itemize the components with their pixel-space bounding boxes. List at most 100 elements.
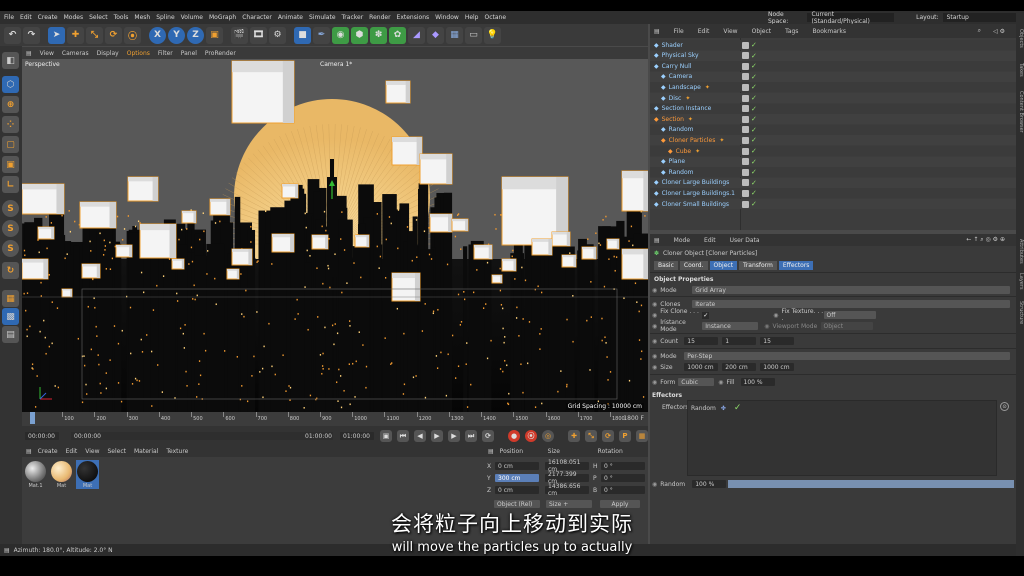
menu-item-help[interactable]: Help [465,14,479,21]
move-icon[interactable]: ✚ [67,26,84,44]
object-visibility-toggles[interactable]: ✓ [742,126,757,134]
editor-visibility-icon[interactable] [742,200,749,208]
enabled-check-icon[interactable]: ✓ [751,62,757,70]
object-visibility-toggles[interactable]: ✓ [742,158,757,166]
om-menu-edit[interactable]: Edit [698,28,710,35]
menu-item-window[interactable]: Window [435,14,459,21]
loop-icon[interactable]: ⟳ [482,430,494,442]
object-tag-icon[interactable]: ✦ [705,84,710,91]
om-menu-tags[interactable]: Tags [785,28,798,35]
cube-primitive-icon[interactable]: ■ [294,26,311,44]
right-tab-takes[interactable]: Takes [1016,63,1024,77]
am-form-select[interactable]: Cubic [678,378,715,386]
cloner-generator-icon[interactable]: ✿ [389,26,406,44]
coord-size-field[interactable]: 2177.399 cm [545,471,589,485]
editor-visibility-icon[interactable] [742,94,749,102]
editor-visibility-icon[interactable] [742,136,749,144]
go-to-end-icon[interactable]: ⏭ [465,430,477,442]
key-pla-icon[interactable]: ▦ [636,430,648,442]
scale-icon[interactable]: ⤡ [86,26,103,44]
editor-visibility-icon[interactable] [742,189,749,197]
am-count-x-field[interactable]: 15 [684,337,719,345]
menu-item-render[interactable]: Render [369,14,390,21]
extrude-generator-icon[interactable]: ⬢ [351,26,368,44]
subdivision-icon[interactable]: ◉ [332,26,349,44]
object-row[interactable]: ◆ Random ✓ [650,124,1016,135]
menu-item-octane[interactable]: Octane [485,14,507,21]
key-scale-icon[interactable]: ⤡ [585,430,597,442]
menu-item-tools[interactable]: Tools [114,14,129,21]
material-menu-edit[interactable]: Edit [66,448,78,455]
workplane-snap-icon[interactable]: S [2,240,19,257]
om-menu-object[interactable]: Object [752,28,772,35]
menu-item-character[interactable]: Character [242,14,272,21]
object-tag-icon[interactable]: ✦ [685,95,690,102]
menu-item-edit[interactable]: Edit [20,14,32,21]
object-row[interactable]: ◆ Cloner Small Buildings ✓ [650,199,1016,209]
menu-item-spline[interactable]: Spline [156,14,174,21]
object-row[interactable]: ◆ Physical Sky ✓ [650,50,1016,61]
am-fix-clone-checkbox[interactable]: ✓ [702,311,710,319]
material-menu-material[interactable]: Material [134,448,158,455]
object-row[interactable]: ◆ Cloner Large Buildings.1 ✓ [650,188,1016,199]
menu-item-tracker[interactable]: Tracker [342,14,364,21]
am-tab-object[interactable]: Object [709,260,738,270]
enabled-check-icon[interactable]: ✓ [751,41,757,49]
viewport-menu-view[interactable]: View [40,50,54,57]
time-end-field[interactable]: 01:00:00 [302,432,336,440]
right-tab-objects[interactable]: Objects [1016,29,1024,48]
object-visibility-toggles[interactable]: ✓ [742,105,757,113]
material-swatch[interactable]: Mat [76,460,99,489]
menu-item-create[interactable]: Create [38,14,58,21]
redo-icon[interactable]: ↷ [23,26,40,44]
viewport-menu-icon[interactable]: ▤ [26,50,32,57]
points-mode-icon[interactable]: ⁘ [2,116,19,133]
floor-scene-icon[interactable]: ▦ [446,26,463,44]
object-row[interactable]: ◆ Cloner Particles ✓ ✦ [650,135,1016,146]
object-visibility-toggles[interactable]: ✓ [742,115,757,123]
om-nav-icons[interactable]: ◁ ⚙ [993,28,1005,35]
object-row[interactable]: ◆ Disc ✓ ✦ [650,93,1016,103]
editor-visibility-icon[interactable] [742,168,749,176]
timeline-playhead[interactable] [30,412,35,424]
model-mode-icon[interactable]: ⬡ [2,76,19,93]
record-key-icon[interactable]: ● [508,430,520,442]
object-row[interactable]: ◆ Plane ✓ [650,156,1016,167]
menu-item-volume[interactable]: Volume [181,14,203,21]
am-size-x-field[interactable]: 1000 cm [684,363,719,371]
menu-item-mesh[interactable]: Mesh [134,14,150,21]
render-settings-icon[interactable]: ⚙ [269,26,286,44]
object-visibility-toggles[interactable]: ✓ [742,189,757,197]
keyframe-selection-icon[interactable]: ◎ [542,430,554,442]
editor-visibility-icon[interactable] [742,62,749,70]
object-tag-icon[interactable]: ✦ [695,148,700,155]
editor-visibility-icon[interactable] [742,52,749,60]
effector-list-item[interactable]: Random ✤ ✓ [688,401,996,415]
object-visibility-toggles[interactable]: ✓ [742,83,757,91]
enabled-check-icon[interactable]: ✓ [751,179,757,187]
coord-rotation-field[interactable]: 0 ° [601,486,645,494]
am-menu-icon[interactable]: ▤ [654,237,660,244]
coords-menu-icon[interactable]: ▤ [488,448,494,455]
enabled-check-icon[interactable]: ✓ [751,52,757,60]
am-count-y-field[interactable]: 1 [722,337,757,345]
am-clones-select[interactable]: Iterate [692,300,1011,308]
next-key-icon[interactable]: ▶ [448,430,460,442]
effector-enabled-check-icon[interactable]: ✓ [734,403,742,413]
edges-mode-icon[interactable]: ▢ [2,136,19,153]
am-menu-mode[interactable]: Mode [674,237,690,244]
axis-mode-icon[interactable]: ∟ [2,176,19,193]
am-menu-edit[interactable]: Edit [704,237,716,244]
coord-size-field[interactable]: 16108.051 cm [545,459,589,473]
object-row[interactable]: ◆ Shader ✓ [650,40,1016,50]
enabled-check-icon[interactable]: ✓ [751,158,757,166]
am-count-z-field[interactable]: 15 [760,337,795,345]
material-swatch[interactable]: Mat [50,460,73,489]
layout-select[interactable]: Startup [942,13,1018,22]
object-row[interactable]: ◆ Section Instance ✓ [650,103,1016,114]
om-menu-bookmarks[interactable]: Bookmarks [812,28,846,35]
om-menu-icon[interactable]: ▤ [654,28,660,35]
render-picture-viewer-icon[interactable]: 🎞 [250,26,267,44]
editor-visibility-icon[interactable] [742,105,749,113]
coord-position-field[interactable]: 0 cm [495,486,539,494]
